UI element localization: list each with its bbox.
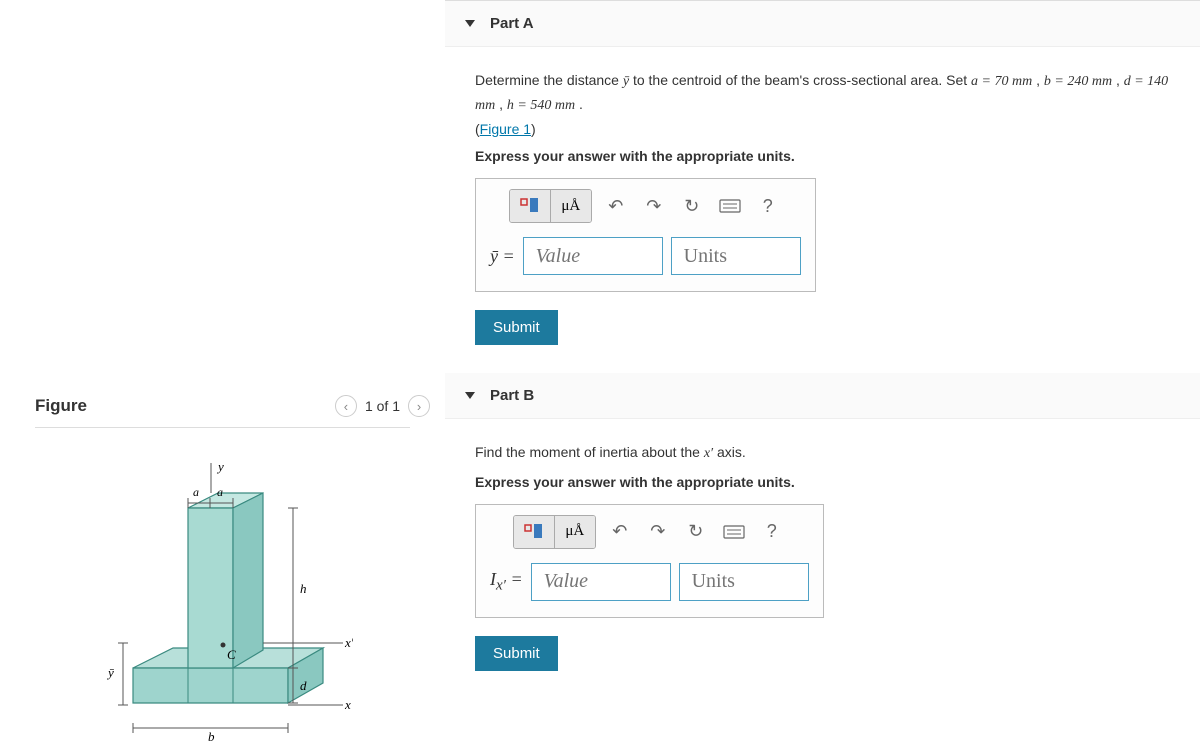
submit-button-a[interactable]: Submit [475,310,558,345]
part-a-prompt: Determine the distance ȳ to the centroid… [475,69,1170,140]
part-a-answer-box: μÅ ↶ ↷ ↻ ? ȳ = [475,178,816,292]
svg-text:h: h [300,581,307,596]
beam-figure: y a a h d b [93,453,353,743]
svg-text:x: x [344,697,351,712]
svg-text:x': x' [344,635,353,650]
svg-text:ȳ: ȳ [106,665,114,680]
keyboard-icon[interactable] [720,518,748,546]
part-b-prompt: Find the moment of inertia about the x′ … [475,441,1170,465]
value-input-b[interactable] [531,563,671,601]
keyboard-icon[interactable] [716,192,744,220]
part-a-instruction: Express your answer with the appropriate… [475,148,1170,164]
ybar-label: ȳ = [490,246,515,267]
figure-title: Figure [35,396,87,416]
undo-icon[interactable]: ↶ [602,192,630,220]
figure-next-button[interactable]: › [408,395,430,417]
redo-icon[interactable]: ↷ [640,192,668,220]
units-button[interactable]: μÅ [555,516,595,548]
figure-prev-button[interactable]: ‹ [335,395,357,417]
part-a-header[interactable]: Part A [445,1,1200,47]
reset-icon[interactable]: ↻ [678,192,706,220]
format-button[interactable] [510,190,550,222]
submit-button-b[interactable]: Submit [475,636,558,671]
figure-count: 1 of 1 [365,398,400,414]
part-b-header[interactable]: Part B [445,373,1200,419]
svg-text:C: C [227,647,236,662]
chevron-down-icon [465,392,475,399]
help-icon[interactable]: ? [758,518,786,546]
chevron-down-icon [465,20,475,27]
svg-text:d: d [300,678,307,693]
part-a-title: Part A [490,15,534,32]
svg-text:a: a [217,485,223,499]
units-button[interactable]: μÅ [551,190,591,222]
part-b-title: Part B [490,387,534,404]
redo-icon[interactable]: ↷ [644,518,672,546]
format-button[interactable] [514,516,554,548]
svg-text:a: a [193,485,199,499]
ix-label: Ix′ = [490,569,523,595]
part-b-answer-box: μÅ ↶ ↷ ↻ ? Ix′ = [475,504,824,618]
svg-text:b: b [208,729,215,743]
figure-link[interactable]: Figure 1 [480,121,531,137]
reset-icon[interactable]: ↻ [682,518,710,546]
units-input-a[interactable] [671,237,801,275]
help-icon[interactable]: ? [754,192,782,220]
value-input-a[interactable] [523,237,663,275]
units-input-b[interactable] [679,563,809,601]
part-b-instruction: Express your answer with the appropriate… [475,474,1170,490]
svg-text:y: y [216,459,224,474]
undo-icon[interactable]: ↶ [606,518,634,546]
